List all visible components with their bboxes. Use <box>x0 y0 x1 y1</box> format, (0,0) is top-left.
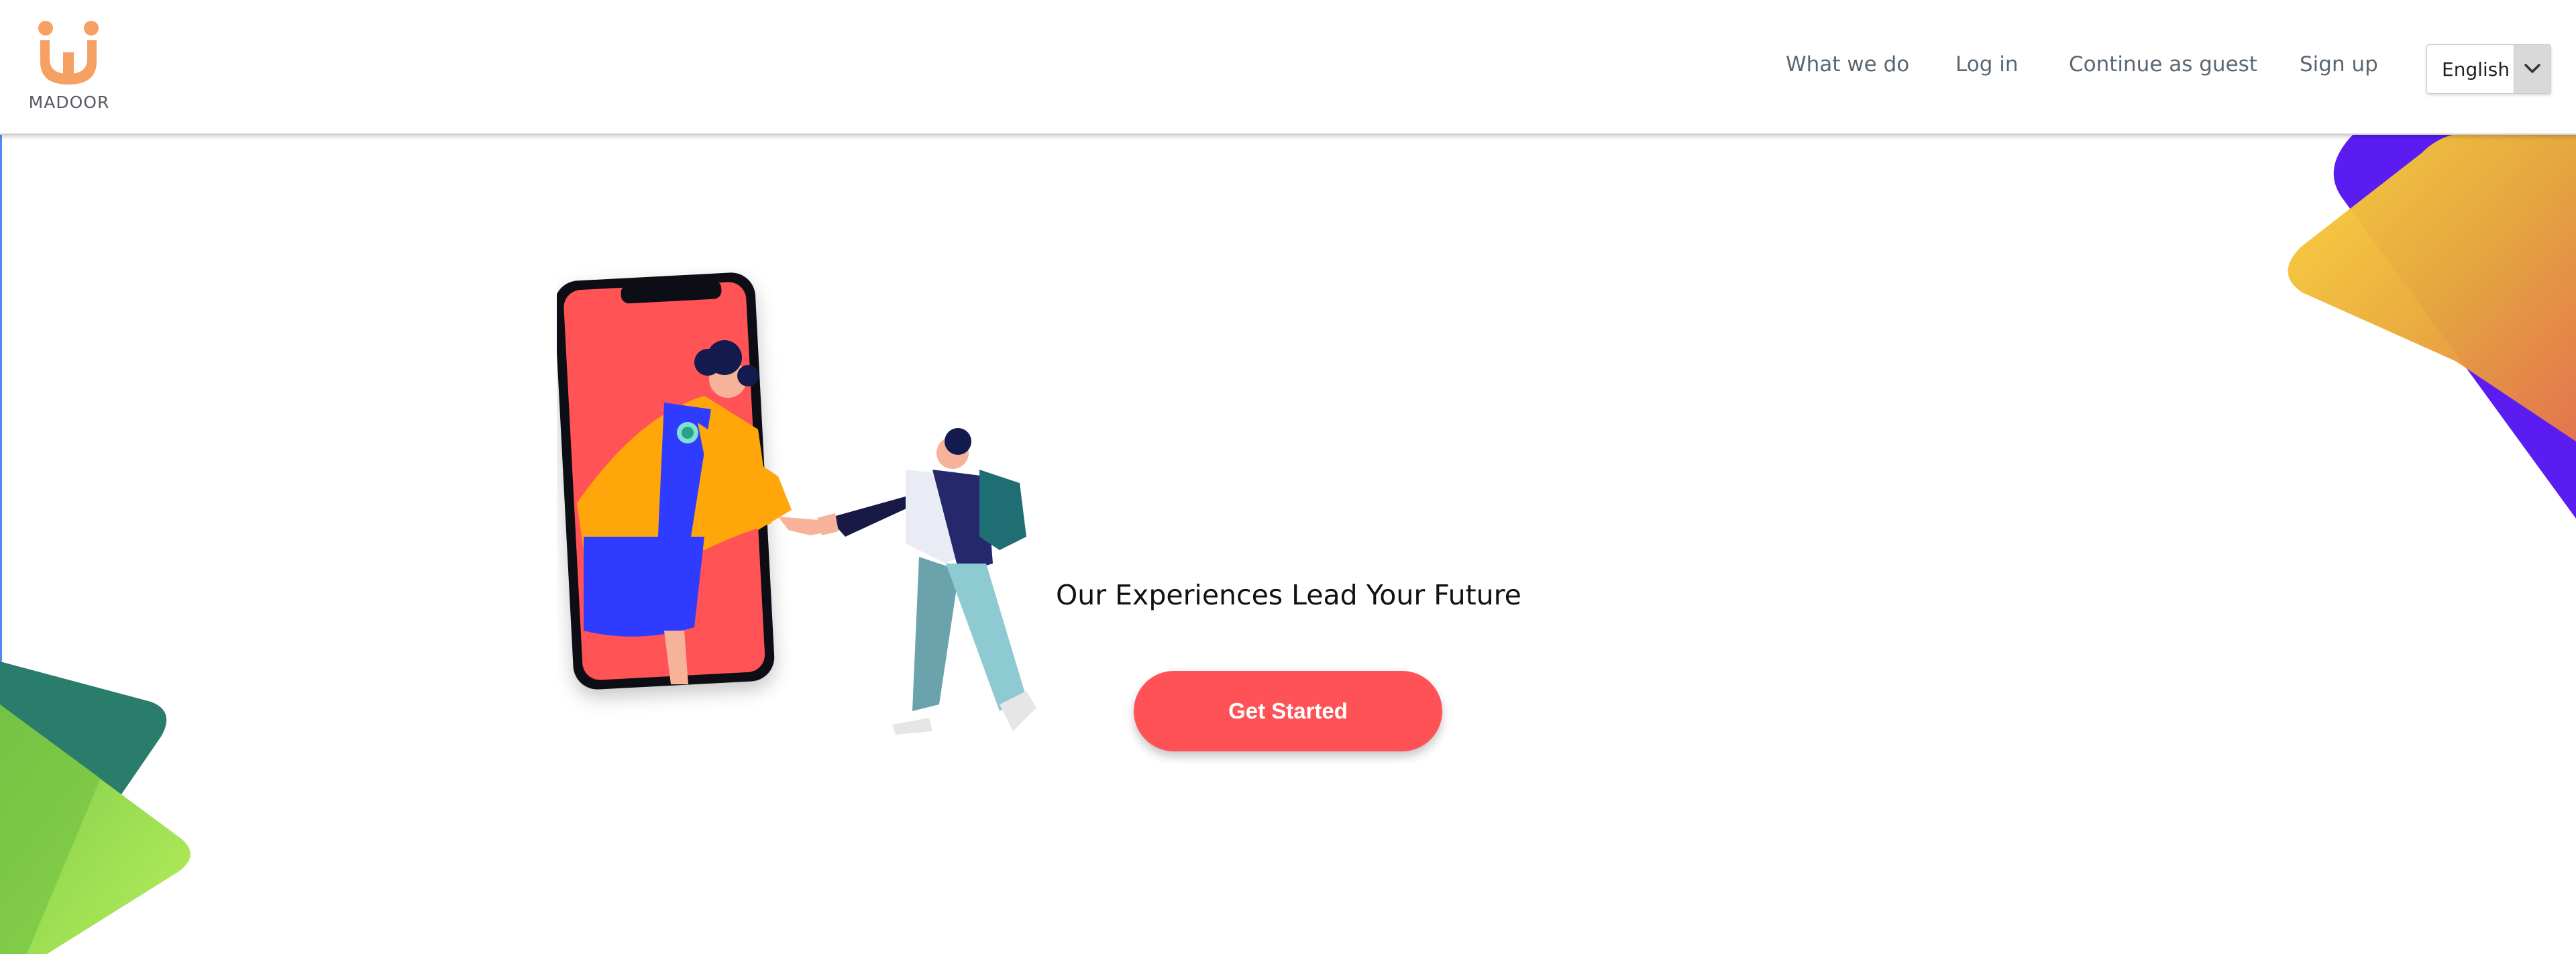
nav-continue-as-guest-link[interactable]: Continue as guest <box>2069 52 2257 76</box>
brand-name: MADOOR <box>28 93 110 112</box>
page: MADOOR What we do Log in Continue as gue… <box>0 0 2576 954</box>
top-navbar: MADOOR What we do Log in Continue as gue… <box>0 0 2576 135</box>
hero-tagline: Our Experiences Lead Your Future <box>1056 579 1521 611</box>
brand-logo[interactable]: MADOOR <box>24 20 114 114</box>
get-started-button[interactable]: Get Started <box>1134 671 1442 751</box>
decorative-shape-top-right <box>2288 133 2576 519</box>
chevron-down-icon <box>2514 45 2551 93</box>
language-select[interactable]: English <box>2426 44 2551 94</box>
nav-login-link[interactable]: Log in <box>1955 52 2018 76</box>
decorative-shape-bottom-left <box>0 661 191 954</box>
smile-m-logo-icon <box>38 21 99 85</box>
language-selected-value: English <box>2442 58 2510 81</box>
left-edge-line <box>0 134 2 954</box>
nav-what-we-do-link[interactable]: What we do <box>1786 52 1909 76</box>
nav-signup-link[interactable]: Sign up <box>2300 52 2378 76</box>
phone-handshake-illustration <box>557 272 1036 735</box>
